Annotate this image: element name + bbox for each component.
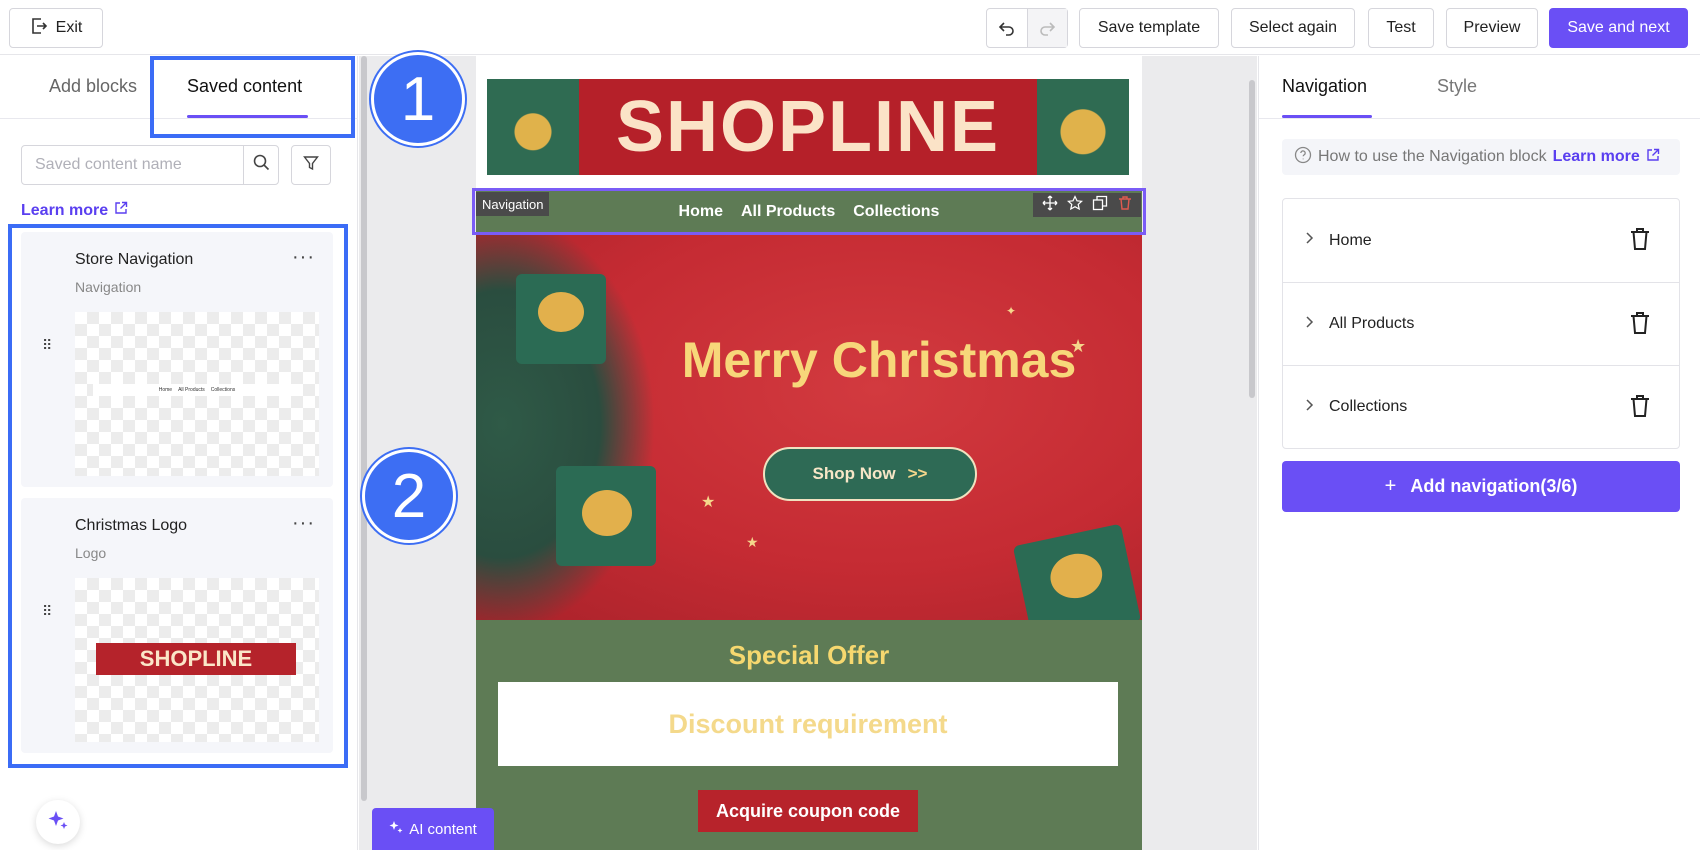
external-link-icon — [114, 201, 128, 220]
offer-title: Special Offer — [728, 640, 890, 670]
ai-assistant-button[interactable] — [36, 800, 80, 844]
gift-decoration-right — [1037, 79, 1129, 175]
chevron-right-icon[interactable] — [1305, 315, 1329, 334]
saved-content-search-input[interactable] — [21, 145, 244, 185]
highlight-saved-content-tab — [150, 56, 355, 138]
save-template-button[interactable]: Save template — [1079, 8, 1219, 48]
tab-navigation[interactable]: Navigation — [1282, 76, 1367, 97]
banner-logo-text: SHOPLINE — [615, 87, 1001, 167]
trash-icon[interactable] — [1629, 227, 1651, 256]
help-bar: How to use the Navigation block Learn mo… — [1282, 139, 1680, 175]
external-link-icon — [1646, 148, 1660, 167]
save-and-next-button[interactable]: Save and next — [1549, 8, 1688, 48]
discount-box: Discount requirement — [498, 682, 1118, 766]
help-text: How to use the Navigation block — [1318, 148, 1547, 165]
highlight-saved-items-list — [8, 224, 348, 768]
double-chevron-icon: >> — [907, 464, 928, 483]
acquire-coupon-button[interactable]: Acquire coupon code — [698, 790, 918, 832]
top-toolbar: Exit Save template Select again Test Pre… — [0, 0, 1700, 55]
duplicate-icon[interactable] — [1092, 195, 1108, 216]
shop-now-label: Shop Now — [812, 464, 896, 483]
step-badge-2: 2 — [362, 449, 456, 543]
nav-item-all-products[interactable]: All Products — [1283, 282, 1679, 365]
chevron-right-icon[interactable] — [1305, 398, 1329, 417]
trash-icon[interactable] — [1629, 394, 1651, 423]
learn-more-link[interactable]: Learn more — [21, 201, 128, 220]
learn-more-label: Learn more — [21, 201, 109, 219]
add-navigation-button[interactable]: + Add navigation(3/6) — [1282, 461, 1680, 512]
move-icon[interactable] — [1042, 195, 1058, 216]
redo-icon[interactable] — [1026, 9, 1067, 47]
tab-add-blocks[interactable]: Add blocks — [49, 76, 137, 97]
star-icon: ★ — [701, 494, 716, 511]
navigation-items-list: Home All Products Collections — [1282, 198, 1680, 449]
search-button[interactable] — [243, 145, 279, 185]
canvas-scrollbar[interactable] — [1249, 80, 1255, 398]
plus-icon: + — [1384, 475, 1397, 497]
select-again-button[interactable]: Select again — [1231, 8, 1355, 48]
tab-divider — [1259, 118, 1700, 119]
help-learn-more-link[interactable]: Learn more — [1553, 148, 1640, 166]
nav-item-label: All Products — [1329, 315, 1415, 332]
tab-style[interactable]: Style — [1437, 76, 1477, 97]
gift-decoration — [1012, 523, 1142, 620]
star-icon: ★ — [746, 534, 759, 550]
hero-image[interactable]: ★ ★ ★ ✦ Merry Christmas Shop Now >> — [476, 234, 1142, 620]
preview-button[interactable]: Preview — [1446, 8, 1538, 48]
shop-now-button[interactable]: Shop Now >> — [763, 447, 977, 501]
undo-icon[interactable] — [987, 9, 1027, 47]
block-type-tag: Navigation — [476, 192, 550, 216]
logo-banner[interactable]: SHOPLINE — [487, 79, 1129, 175]
nav-item-label: Collections — [1329, 398, 1408, 415]
exit-icon — [30, 17, 48, 40]
email-preview: SHOPLINE Home All Products Collections ★… — [476, 56, 1142, 850]
block-toolbar — [1033, 193, 1141, 217]
delete-icon[interactable] — [1117, 195, 1133, 216]
test-button[interactable]: Test — [1368, 8, 1434, 48]
sparkle-icon — [389, 820, 403, 838]
hero-title: Merry Christmas — [681, 332, 1077, 388]
help-icon — [1294, 146, 1312, 169]
step-badge-1: 1 — [371, 52, 465, 146]
gift-decoration-left — [487, 79, 579, 175]
filter-button[interactable] — [291, 145, 331, 185]
sidebar-scrollbar[interactable] — [361, 56, 367, 801]
sparkle-icon — [47, 809, 69, 836]
nav-item-label: Home — [1329, 231, 1372, 249]
star-icon: ✦ — [1006, 304, 1017, 318]
trash-icon[interactable] — [1629, 311, 1651, 340]
ai-content-button[interactable]: AI content — [372, 808, 494, 850]
right-settings-panel: Navigation Style How to use the Navigati… — [1258, 56, 1700, 850]
gift-decoration — [556, 466, 656, 566]
star-outline-icon[interactable] — [1066, 194, 1083, 216]
exit-label: Exit — [55, 19, 83, 36]
offer-section[interactable]: Special Offer Discount requirement Acqui… — [476, 620, 1142, 850]
filter-icon — [303, 155, 319, 176]
exit-button[interactable]: Exit — [9, 8, 103, 48]
undo-redo-group — [986, 8, 1068, 48]
chevron-right-icon[interactable] — [1305, 231, 1329, 250]
add-navigation-label: Add navigation(3/6) — [1410, 476, 1578, 496]
nav-item-collections[interactable]: Collections — [1283, 365, 1679, 448]
discount-requirement-text: Discount requirement — [668, 708, 948, 739]
search-icon — [253, 154, 270, 176]
nav-item-home[interactable]: Home — [1283, 199, 1679, 282]
ai-content-label: AI content — [409, 820, 477, 838]
